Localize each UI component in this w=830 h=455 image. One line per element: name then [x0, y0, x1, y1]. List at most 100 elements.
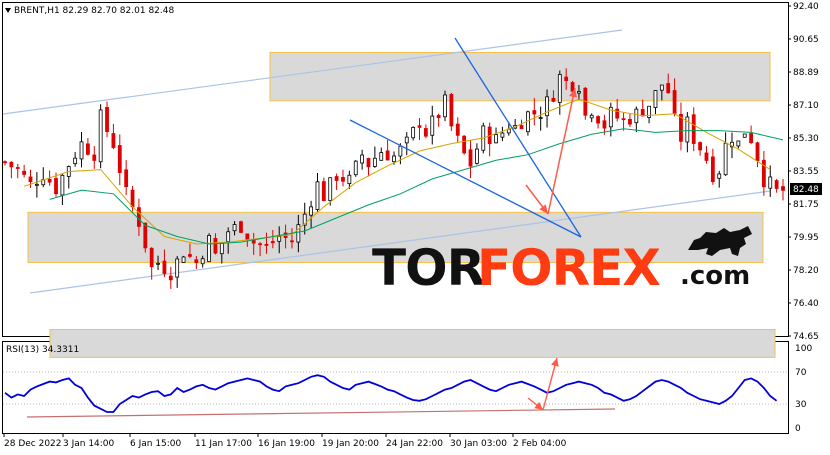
- candle-body: [596, 116, 600, 124]
- candle-body: [404, 136, 409, 144]
- candle-body: [54, 178, 58, 195]
- candle-body: [659, 84, 664, 91]
- trading-chart: 92.40 90.65 88.89 87.10 85.30 83.55 81.75 79.95…: [2, 2, 822, 449]
- candle-body: [9, 161, 14, 168]
- logo-com: .com: [680, 261, 750, 291]
- candle-body: [149, 247, 154, 268]
- x-tick-label: 11 Jan 17:00: [195, 439, 252, 449]
- candle-body: [640, 109, 645, 117]
- candle-body: [768, 176, 773, 189]
- x-tick-label: 3 Jan 14:00: [63, 439, 115, 449]
- symbol-info: BRENT,H1 82.29 82.70 82.01 82.48: [14, 6, 174, 16]
- candle-body: [379, 152, 384, 161]
- candle-body: [22, 170, 27, 175]
- candle-body: [111, 133, 116, 148]
- candle-body: [551, 97, 556, 102]
- candle-body: [270, 241, 275, 244]
- candle-body: [577, 91, 581, 94]
- candle-body: [449, 94, 454, 127]
- candle-body: [137, 207, 141, 227]
- candle-body: [398, 145, 403, 157]
- candle-body: [634, 108, 639, 124]
- candle-body: [213, 238, 218, 254]
- candle-body: [3, 161, 7, 164]
- support-zone-lower: [49, 328, 776, 358]
- candle-body: [774, 180, 779, 189]
- candle-body: [219, 243, 224, 255]
- y-tick-label: 79.95: [793, 233, 819, 243]
- candle-body: [494, 134, 498, 144]
- candle-body: [245, 233, 250, 240]
- candle-body: [455, 123, 460, 136]
- candle-body: [347, 174, 352, 185]
- rsi-tick-label: 100: [795, 344, 812, 354]
- x-tick-label: 16 Jan 19:00: [258, 439, 315, 449]
- x-tick-label: 6 Jan 15:00: [130, 439, 182, 449]
- rsi-tick-label: 70: [795, 368, 807, 378]
- rsi-info: RSI(13) 34.3311: [6, 345, 79, 355]
- resistance-zone: [269, 51, 771, 102]
- candle-body: [207, 234, 211, 262]
- candle-body: [698, 142, 702, 151]
- candle-body: [710, 156, 715, 183]
- x-tick-label: 2 Feb 04:00: [513, 439, 567, 449]
- candle-body: [353, 160, 358, 176]
- candle-body: [117, 145, 122, 173]
- candle-body: [60, 174, 65, 196]
- candle-body: [704, 152, 709, 161]
- candle-body: [761, 159, 766, 188]
- last-price-tag: 82.48: [790, 183, 822, 195]
- candle-body: [500, 132, 505, 138]
- candle-body: [277, 236, 282, 242]
- candle-body: [538, 117, 543, 119]
- logo-forex: FOREX: [477, 239, 660, 297]
- rsi-tick-label: 0: [795, 424, 801, 434]
- y-tick-label: 78.20: [793, 266, 819, 276]
- candle-body: [430, 115, 435, 136]
- time-axis: 28 Dec 2022 3 Jan 14:00 6 Jan 15:00 11 Jan …: [3, 433, 567, 449]
- candle-body: [691, 114, 696, 144]
- candle-body: [749, 133, 754, 143]
- y-tick-label: 88.89: [793, 68, 819, 78]
- candle-body: [462, 135, 467, 154]
- candle-body: [628, 118, 632, 125]
- y-tick-label: 85.30: [793, 134, 819, 144]
- candle-body: [73, 157, 78, 165]
- candle-body: [200, 258, 205, 265]
- logo-tor: TOR: [372, 239, 485, 297]
- candle-body: [621, 118, 626, 121]
- candle-body: [519, 125, 524, 130]
- candle-body: [239, 221, 243, 233]
- candle-body: [723, 142, 728, 176]
- y-tick-label: 76.40: [793, 299, 819, 309]
- x-tick-label: 24 Jan 22:00: [386, 439, 443, 449]
- candle-body: [34, 183, 39, 186]
- candle-body: [194, 259, 199, 264]
- candle-body: [143, 222, 148, 249]
- candle-body: [264, 244, 269, 246]
- candle-body: [290, 240, 294, 243]
- candle-body: [181, 256, 186, 263]
- candle-body: [468, 149, 473, 167]
- price-axis: 92.40 90.65 88.89 87.10 85.30 83.55 81.75 79.95…: [788, 2, 819, 342]
- candle-body: [436, 115, 441, 118]
- candle-body: [92, 154, 97, 161]
- y-tick-label: 87.10: [793, 101, 819, 111]
- candle-body: [168, 275, 173, 281]
- candle-body: [475, 148, 479, 164]
- candle-body: [423, 128, 428, 137]
- y-tick-label: 83.55: [793, 167, 819, 177]
- candle-body: [443, 94, 447, 118]
- candle-body: [258, 243, 262, 246]
- candle-body: [417, 125, 422, 128]
- x-tick-label: 19 Jan 20:00: [322, 439, 379, 449]
- candle-body: [105, 107, 109, 132]
- candle-body: [98, 109, 103, 163]
- candle-body: [755, 142, 760, 162]
- candle-body: [321, 181, 326, 202]
- symbol-header: BRENT,H1 82.29 82.70 82.01 82.48: [5, 6, 174, 16]
- candle-body: [232, 224, 237, 232]
- candle-body: [717, 173, 722, 179]
- candle-body: [226, 231, 231, 243]
- candle-body: [124, 169, 129, 188]
